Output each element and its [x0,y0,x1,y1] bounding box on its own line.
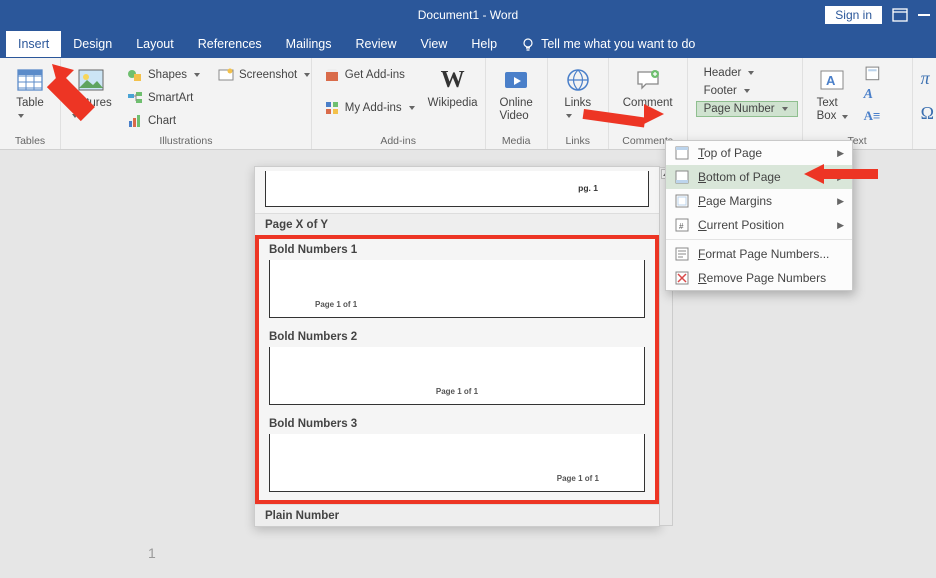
footer-button[interactable]: Footer [696,83,798,99]
quick-parts-icon[interactable] [864,65,881,82]
smartart-button[interactable]: SmartArt [123,88,204,108]
remove-icon [674,270,690,286]
store-icon [324,67,340,83]
menu-current-position[interactable]: # Current Position ▶ [666,213,852,237]
smartart-icon [127,90,143,106]
gallery-item-bold-1[interactable]: Bold Numbers 1 Page 1 of 1 [259,239,655,326]
gallery-item-bold-3[interactable]: Bold Numbers 3 Page 1 of 1 [259,413,655,500]
gallery-preview-top[interactable]: pg. 1 [265,171,649,207]
page-margins-icon [674,193,690,209]
header-button[interactable]: Header [696,65,798,81]
my-addins-button[interactable]: My Add-ins [320,98,419,118]
page-number-button[interactable]: # Page Number [696,101,798,117]
ribbon: Table Tables Pictures Shapes SmartArt [0,58,936,150]
ribbon-display-icon[interactable] [892,8,908,22]
group-media: OnlineVideo Media [486,58,548,149]
screenshot-icon [218,67,234,83]
annotation-arrow-insert-tab [44,56,116,128]
video-icon [502,66,530,94]
group-addins: Get Add-ins My Add-ins W Wikipedia Add-i… [312,58,486,149]
tab-layout[interactable]: Layout [124,31,186,57]
title-bar: Document1 - Word Sign in [0,0,936,30]
menu-format-page-numbers[interactable]: Format Page Numbers... [666,242,852,266]
tab-help[interactable]: Help [459,31,509,57]
menu-remove-page-numbers[interactable]: Remove Page Numbers [666,266,852,290]
wordart-icon[interactable]: A [864,87,881,103]
group-label-media: Media [494,134,539,147]
group-label-addins: Add-ins [320,134,477,147]
comment-icon [634,66,662,94]
text-box-icon: A [818,66,846,94]
minimize-icon[interactable] [918,14,930,16]
group-label-illustrations: Illustrations [69,134,303,147]
svg-text:#: # [679,222,684,231]
bottom-of-page-icon [674,169,690,185]
group-symbols: π Ω [913,58,936,149]
gallery-section-page-x-of-y: Page X of Y [255,213,659,235]
shapes-button[interactable]: Shapes [123,65,204,85]
ribbon-tabs: Insert Design Layout References Mailings… [0,30,936,58]
tell-me[interactable]: Tell me what you want to do [521,37,695,51]
lightbulb-icon [521,37,535,51]
group-label-tables: Tables [8,134,52,147]
symbol-icon[interactable]: Ω [921,103,934,124]
tab-review[interactable]: Review [344,31,409,57]
current-position-icon: # [674,217,690,233]
chart-icon [127,113,143,129]
wikipedia-button[interactable]: W Wikipedia [429,62,477,113]
table-icon [16,66,44,94]
shapes-icon [127,67,143,83]
sign-in-button[interactable]: Sign in [825,6,882,24]
gallery-item-bold-2[interactable]: Bold Numbers 2 Page 1 of 1 [259,326,655,413]
chart-button[interactable]: Chart [123,111,204,131]
tell-me-label: Tell me what you want to do [541,37,695,51]
tab-view[interactable]: View [409,31,460,57]
format-icon [674,246,690,262]
online-video-button[interactable]: OnlineVideo [494,62,539,126]
highlighted-gallery-section: Bold Numbers 1 Page 1 of 1 Bold Numbers … [255,235,659,504]
tab-mailings[interactable]: Mailings [274,31,344,57]
link-icon [564,66,592,94]
screenshot-button[interactable]: Screenshot [214,65,314,85]
group-header-footer: Header Footer # Page Number [688,58,803,149]
annotation-arrow-bottom-of-page [800,158,880,194]
addins-icon [324,100,340,116]
document-title: Document1 - Word [0,8,936,22]
page-number-gallery[interactable]: pg. 1 Page X of Y Bold Numbers 1 Page 1 … [254,166,660,527]
tab-references[interactable]: References [186,31,274,57]
tab-insert[interactable]: Insert [6,31,61,57]
tab-design[interactable]: Design [61,31,124,57]
top-of-page-icon [674,145,690,161]
drop-cap-icon[interactable]: A≡ [864,108,881,124]
equation-icon[interactable]: π [921,68,934,89]
menu-separator [666,239,852,240]
get-addins-button[interactable]: Get Add-ins [320,65,419,85]
annotation-arrow-page-number [578,98,670,142]
page-number-label: 1 [148,545,156,561]
wikipedia-icon: W [439,66,467,94]
text-box-button[interactable]: A TextBox [811,62,854,126]
group-text: A TextBox A A≡ Text [803,58,913,149]
gallery-section-plain: Plain Number [255,504,659,526]
svg-text:A: A [826,73,836,88]
